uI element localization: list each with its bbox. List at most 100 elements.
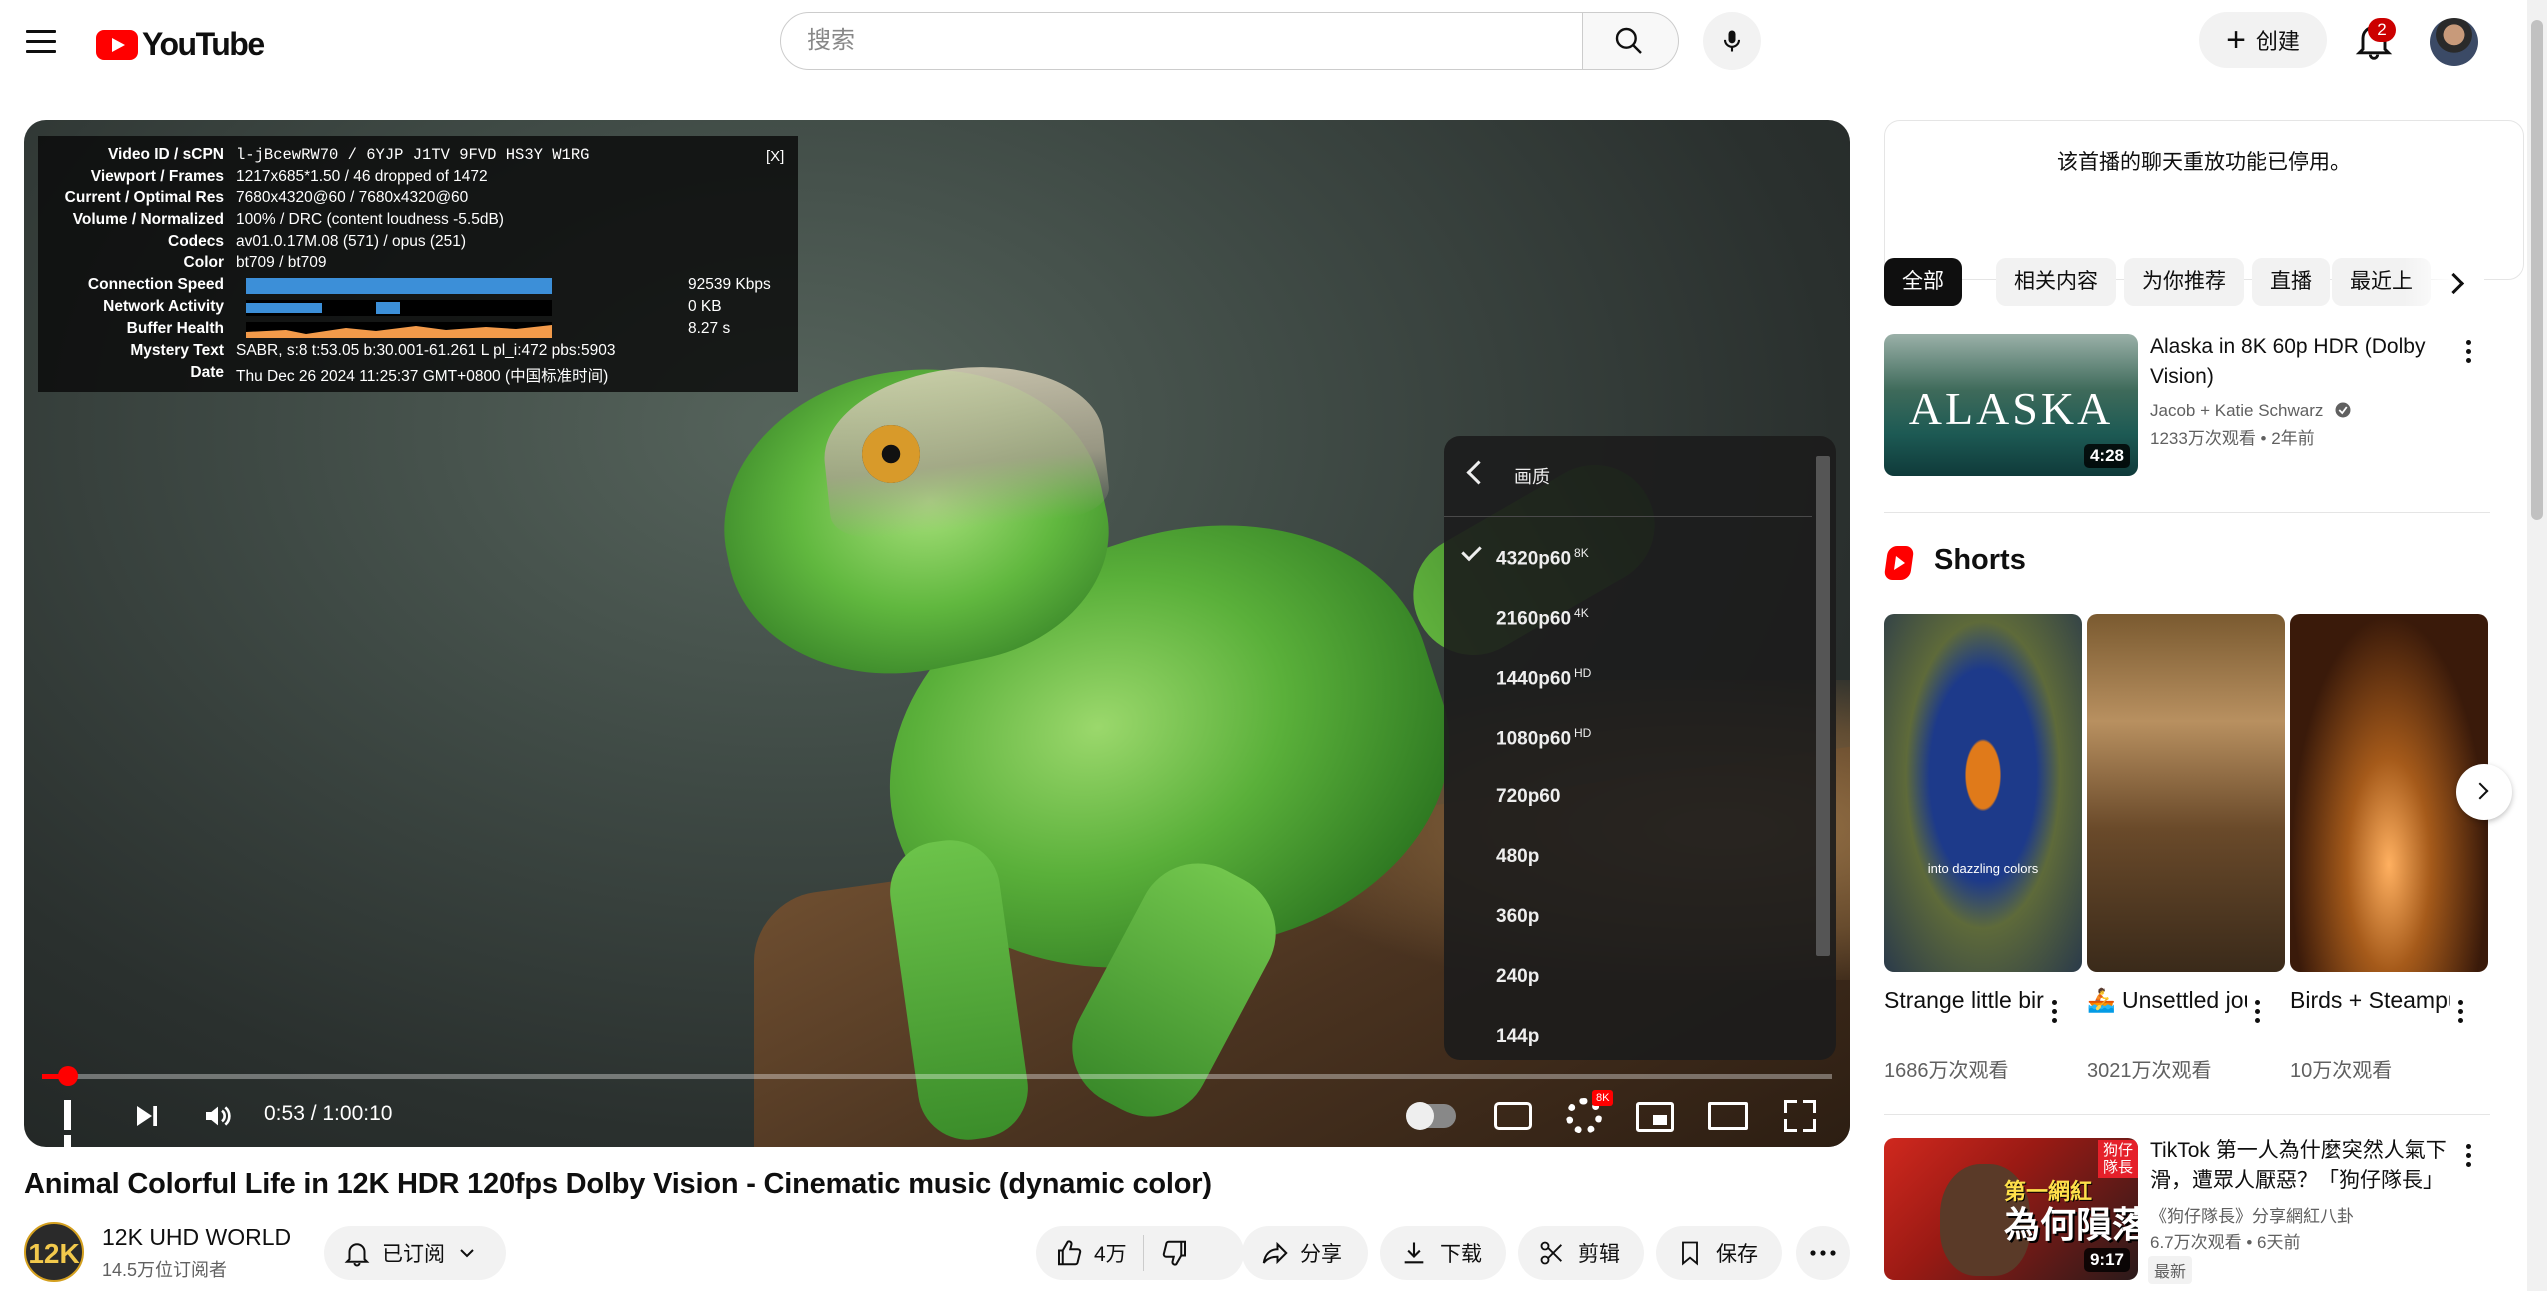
short-caption: into dazzling colors [1927, 861, 2039, 876]
quality-menu: 画质 4320p60 8K 2160p60 4K 1440p60 HD 1080p60… [1444, 436, 1836, 1060]
quality-option-4320p60[interactable]: 4320p60 8K [1444, 526, 1812, 586]
stat-key: Date [190, 364, 224, 381]
more-vertical-icon[interactable] [2255, 1000, 2261, 1027]
fullscreen-icon[interactable] [1784, 1100, 1816, 1132]
progress-bar[interactable] [42, 1074, 1832, 1079]
search-input[interactable] [805, 13, 1569, 69]
quality-menu-header[interactable]: 画质 [1444, 436, 1812, 517]
video-thumbnail-tiktok[interactable]: 狗仔隊長 第一網紅 為何隕落 9:17 [1884, 1138, 2138, 1280]
chip-recommended[interactable]: 为你推荐 [2124, 258, 2244, 306]
recommended-video-channel[interactable]: 《狗仔隊長》分享網紅八卦 [2150, 1204, 2354, 1230]
quality-menu-scrollbar[interactable] [1816, 456, 1830, 956]
connection-speed-graph [246, 278, 552, 294]
bookmark-icon [1682, 1241, 1698, 1266]
more-vertical-icon[interactable] [2052, 1000, 2058, 1027]
recommended-video-title[interactable]: TikTok 第一人為什麼突然人氣下 滑，遭眾人厭惡？「狗仔隊長」 [2150, 1136, 2480, 1196]
quality-option-1440p60[interactable]: 1440p60 HD [1444, 646, 1812, 706]
stats-for-nerds-panel: [X] Video ID / sCPN l-jBcewRW70 / 6YJP J1… [38, 136, 798, 392]
clip-label: 剪辑 [1578, 1243, 1620, 1266]
stat-key: Network Activity [103, 298, 224, 315]
stats-close-button[interactable]: [X] [766, 148, 784, 165]
bell-icon [344, 1243, 370, 1267]
stat-value: Thu Dec 26 2024 11:25:37 GMT+0800 (中国标准时… [236, 368, 609, 385]
quality-label: 1080p60 [1496, 728, 1572, 750]
short-title[interactable]: 🚣 Unsettled journey of ... [2087, 984, 2247, 1016]
miniplayer-icon[interactable] [1636, 1102, 1674, 1132]
channel-name[interactable]: 12K UHD WORLD [102, 1224, 291, 1251]
search-button[interactable] [1583, 12, 1679, 70]
short-title[interactable]: Strange little bird ... [1884, 984, 2044, 1016]
account-avatar[interactable] [2430, 18, 2478, 66]
quality-option-360p[interactable]: 360p [1444, 886, 1812, 946]
menu-icon[interactable] [26, 30, 56, 54]
next-button[interactable] [132, 1100, 162, 1132]
save-button[interactable]: 保存 [1656, 1226, 1782, 1280]
quality-label: 720p60 [1496, 786, 1561, 807]
subscribed-button[interactable]: 已订阅 [324, 1226, 506, 1280]
more-vertical-icon[interactable] [2458, 1000, 2464, 1027]
share-icon [1262, 1241, 1288, 1265]
video-player[interactable]: [X] Video ID / sCPN l-jBcewRW70 / 6YJP J1… [24, 120, 1850, 1147]
short-thumbnail[interactable]: into dazzling colors [1884, 614, 2082, 972]
chips-next-arrow-icon[interactable] [2440, 266, 2472, 298]
like-count[interactable]: 4万 [1094, 1238, 1127, 1268]
clip-button[interactable]: 剪辑 [1518, 1226, 1644, 1280]
quality-option-480p[interactable]: 480p [1444, 826, 1812, 886]
scrollbar-thumb[interactable] [2531, 20, 2543, 520]
pause-button[interactable] [64, 1100, 94, 1147]
video-duration: 4:28 [2083, 444, 2130, 468]
short-title[interactable]: Birds + Steampunk... [2290, 984, 2450, 1016]
more-vertical-icon[interactable] [2466, 340, 2472, 367]
chip-live[interactable]: 直播 [2252, 258, 2330, 306]
voice-search-button[interactable] [1703, 12, 1761, 70]
video-thumbnail-alaska[interactable]: ALASKA 4:28 [1884, 334, 2138, 476]
logo-text: YouTube [142, 26, 265, 62]
progress-scrubber-handle[interactable] [58, 1066, 78, 1086]
autoplay-toggle[interactable] [1406, 1102, 1456, 1130]
youtube-logo[interactable]: YouTube [96, 26, 265, 63]
more-vertical-icon[interactable] [2466, 1144, 2472, 1171]
stat-value[interactable]: l-jBcewRW70 / 6YJP J1TV 9FVD HS3Y W1RG [236, 146, 589, 168]
quality-option-1080p60[interactable]: 1080p60 HD [1444, 706, 1812, 766]
subscriber-count: 14.5万位订阅者 [102, 1260, 228, 1280]
stat-value: 8.27 s [688, 320, 731, 337]
quality-option-2160p60[interactable]: 2160p60 4K [1444, 586, 1812, 646]
stat-key: Volume / Normalized [72, 211, 224, 228]
title-line: Alaska in 8K 60p HDR (Dolby [2150, 335, 2426, 358]
quality-label: 4320p60 [1496, 548, 1572, 570]
thumbnail-tag: 狗仔隊長 [2098, 1140, 2138, 1178]
channel-avatar[interactable]: 12K [24, 1222, 84, 1282]
quality-option-720p60[interactable]: 720p60 [1444, 766, 1812, 826]
subtitles-icon[interactable] [1494, 1102, 1532, 1130]
quality-badge: HD [1574, 666, 1592, 680]
network-activity-graph [246, 300, 552, 316]
quality-option-240p[interactable]: 240p [1444, 946, 1812, 1006]
chip-all[interactable]: 全部 [1884, 258, 1962, 306]
more-actions-button[interactable] [1796, 1226, 1850, 1280]
create-button[interactable]: + 创建 [2199, 12, 2327, 68]
download-icon [1404, 1242, 1424, 1264]
download-button[interactable]: 下载 [1380, 1226, 1506, 1280]
short-thumbnail[interactable] [2087, 614, 2285, 972]
recommended-video-channel[interactable]: Jacob + Katie Schwarz [2150, 398, 2352, 424]
quality-label: 1440p60 [1496, 668, 1572, 690]
chip-related[interactable]: 相关内容 [1996, 258, 2116, 306]
quality-label: 2160p60 [1496, 608, 1572, 630]
stat-key: Current / Optimal Res [64, 189, 224, 206]
page-scrollbar[interactable] [2527, 0, 2547, 1291]
buffer-health-sparkline [246, 325, 552, 338]
thumbs-down-icon[interactable] [1160, 1238, 1190, 1268]
theater-mode-icon[interactable] [1708, 1102, 1748, 1130]
quality-option-144p[interactable]: 144p [1444, 1006, 1812, 1060]
stat-value: av01.0.17M.08 (571) / opus (251) [236, 233, 467, 250]
shorts-next-arrow-icon[interactable] [2456, 764, 2512, 820]
subscribed-label: 已订阅 [382, 1243, 445, 1266]
recommended-video-title[interactable]: Alaska in 8K 60p HDR (Dolby Vision) [2150, 332, 2480, 392]
thumbs-up-icon[interactable] [1054, 1238, 1084, 1268]
more-horizontal-icon [1810, 1250, 1836, 1256]
thumbnail-text: 為何隕落 [2004, 1204, 2138, 1245]
volume-icon[interactable] [200, 1100, 236, 1132]
quality-label: 360p [1496, 906, 1540, 927]
recommended-video-meta: 6.7万次观看 • 6天前 [2150, 1233, 2301, 1252]
share-button[interactable]: 分享 [1242, 1226, 1368, 1280]
